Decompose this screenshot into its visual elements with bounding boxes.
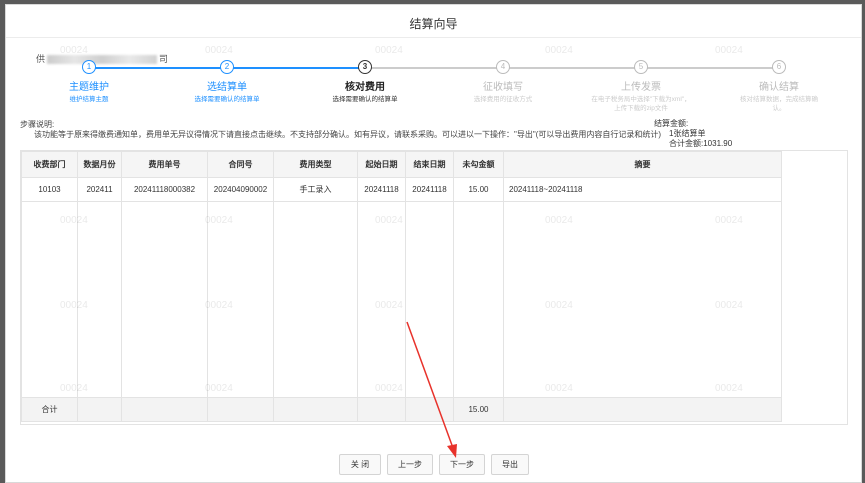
col-header-month[interactable]: 数据月份 bbox=[77, 151, 122, 178]
summary-count: 1张结算单 bbox=[669, 129, 706, 138]
step-number: 1 bbox=[82, 60, 96, 74]
step-label: 主题维护 bbox=[69, 82, 109, 93]
step-label: 核对费用 bbox=[345, 82, 385, 93]
step-confirm-settlement[interactable]: 6 确认结算 核对结算数据，完成结算确认。 bbox=[714, 60, 844, 113]
cell-dept: 10103 bbox=[21, 177, 78, 202]
step-label: 选结算单 bbox=[207, 82, 247, 93]
step-number: 3 bbox=[358, 60, 372, 74]
cell-amount: 15.00 bbox=[453, 177, 504, 202]
total-label: 合计 bbox=[21, 397, 78, 422]
cell-fee-type: 手工录入 bbox=[273, 177, 358, 202]
fee-table: 收费部门 数据月份 费用单号 合同号 费用类型 起始日期 结束日期 未勾金额 摘… bbox=[21, 151, 782, 422]
cell-month: 202411 bbox=[77, 177, 122, 202]
cell-end-date: 20241118 bbox=[405, 177, 454, 202]
cell-contract: 202404090002 bbox=[207, 177, 274, 202]
step-number: 4 bbox=[496, 60, 510, 74]
wizard-buttons: 关 闭 上一步 下一步 导出 bbox=[6, 454, 861, 476]
col-header-end-date[interactable]: 结束日期 bbox=[405, 151, 454, 178]
summary-total: 合计金额:1031.90 bbox=[669, 139, 733, 148]
step-check-fees[interactable]: 3 核对费用 选择需要确认的结算单 bbox=[300, 60, 430, 104]
fee-table-container[interactable]: 收费部门 数据月份 费用单号 合同号 费用类型 起始日期 结束日期 未勾金额 摘… bbox=[20, 150, 848, 425]
settlement-summary: 结算金额: 1张结算单 合计金额:1031.90 bbox=[654, 119, 732, 149]
col-header-contract[interactable]: 合同号 bbox=[207, 151, 274, 178]
description-text: 该功能等于原来得缴费通知单，费用单无异议得情况下请直接点击继续。不支持部分确认。… bbox=[34, 130, 661, 139]
step-subtitle: 选择需要确认的结算单 bbox=[332, 96, 398, 103]
step-subtitle: 核对结算数据，完成结算确认。 bbox=[740, 96, 818, 112]
step-number: 6 bbox=[772, 60, 786, 74]
export-button[interactable]: 导出 bbox=[491, 454, 529, 475]
step-subtitle: 在电子税务局中选择"下载为xml"，上传下载的zip文件 bbox=[591, 96, 691, 112]
cell-fee-no: 20241118000382 bbox=[121, 177, 208, 202]
table-header-row: 收费部门 数据月份 费用单号 合同号 费用类型 起始日期 结束日期 未勾金额 摘… bbox=[21, 151, 782, 178]
step-subtitle: 选择需要确认的结算单 bbox=[194, 96, 260, 103]
step-subtitle: 维护结算主题 bbox=[69, 96, 109, 103]
step-levy-fill[interactable]: 4 征收填写 选择费用的征收方式 bbox=[438, 60, 568, 104]
step-label: 上传发票 bbox=[621, 82, 661, 93]
wizard-steps: 1 主题维护 维护结算主题 2 选结算单 选择需要确认的结算单 3 核对费用 选… bbox=[6, 60, 861, 120]
step-select-statement[interactable]: 2 选结算单 选择需要确认的结算单 bbox=[162, 60, 292, 104]
step-upload-invoice[interactable]: 5 上传发票 在电子税务局中选择"下载为xml"，上传下载的zip文件 bbox=[576, 60, 706, 113]
step-label: 征收填写 bbox=[483, 82, 523, 93]
col-header-dept[interactable]: 收费部门 bbox=[21, 151, 78, 178]
title-divider bbox=[6, 37, 861, 38]
summary-title: 结算金额: bbox=[654, 119, 689, 128]
step-number: 2 bbox=[220, 60, 234, 74]
total-amount: 15.00 bbox=[453, 397, 504, 422]
table-empty-space bbox=[21, 201, 782, 398]
cell-summary: 20241118~20241118 bbox=[503, 177, 782, 202]
step-number: 5 bbox=[634, 60, 648, 74]
table-row[interactable]: 10103 202411 20241118000382 202404090002… bbox=[21, 177, 782, 202]
prev-step-button[interactable]: 上一步 bbox=[387, 454, 433, 475]
close-button[interactable]: 关 闭 bbox=[339, 454, 381, 475]
step-topic-maintain[interactable]: 1 主题维护 维护结算主题 bbox=[24, 60, 154, 104]
next-step-button[interactable]: 下一步 bbox=[439, 454, 485, 475]
dialog-title: 结算向导 bbox=[409, 17, 458, 31]
col-header-amount[interactable]: 未勾金额 bbox=[453, 151, 504, 178]
step-subtitle: 选择费用的征收方式 bbox=[473, 96, 533, 103]
col-header-start-date[interactable]: 起始日期 bbox=[357, 151, 406, 178]
settlement-wizard-dialog: 结算向导 供司 1 主题维护 维护结算主题 2 选结算单 选择需要确认的结算单 … bbox=[5, 4, 862, 483]
col-header-fee-type[interactable]: 费用类型 bbox=[273, 151, 358, 178]
col-header-summary[interactable]: 摘要 bbox=[503, 151, 782, 178]
col-header-fee-no[interactable]: 费用单号 bbox=[121, 151, 208, 178]
step-label: 确认结算 bbox=[759, 82, 799, 93]
table-total-row: 合计 15.00 bbox=[21, 397, 782, 422]
cell-start-date: 20241118 bbox=[357, 177, 406, 202]
